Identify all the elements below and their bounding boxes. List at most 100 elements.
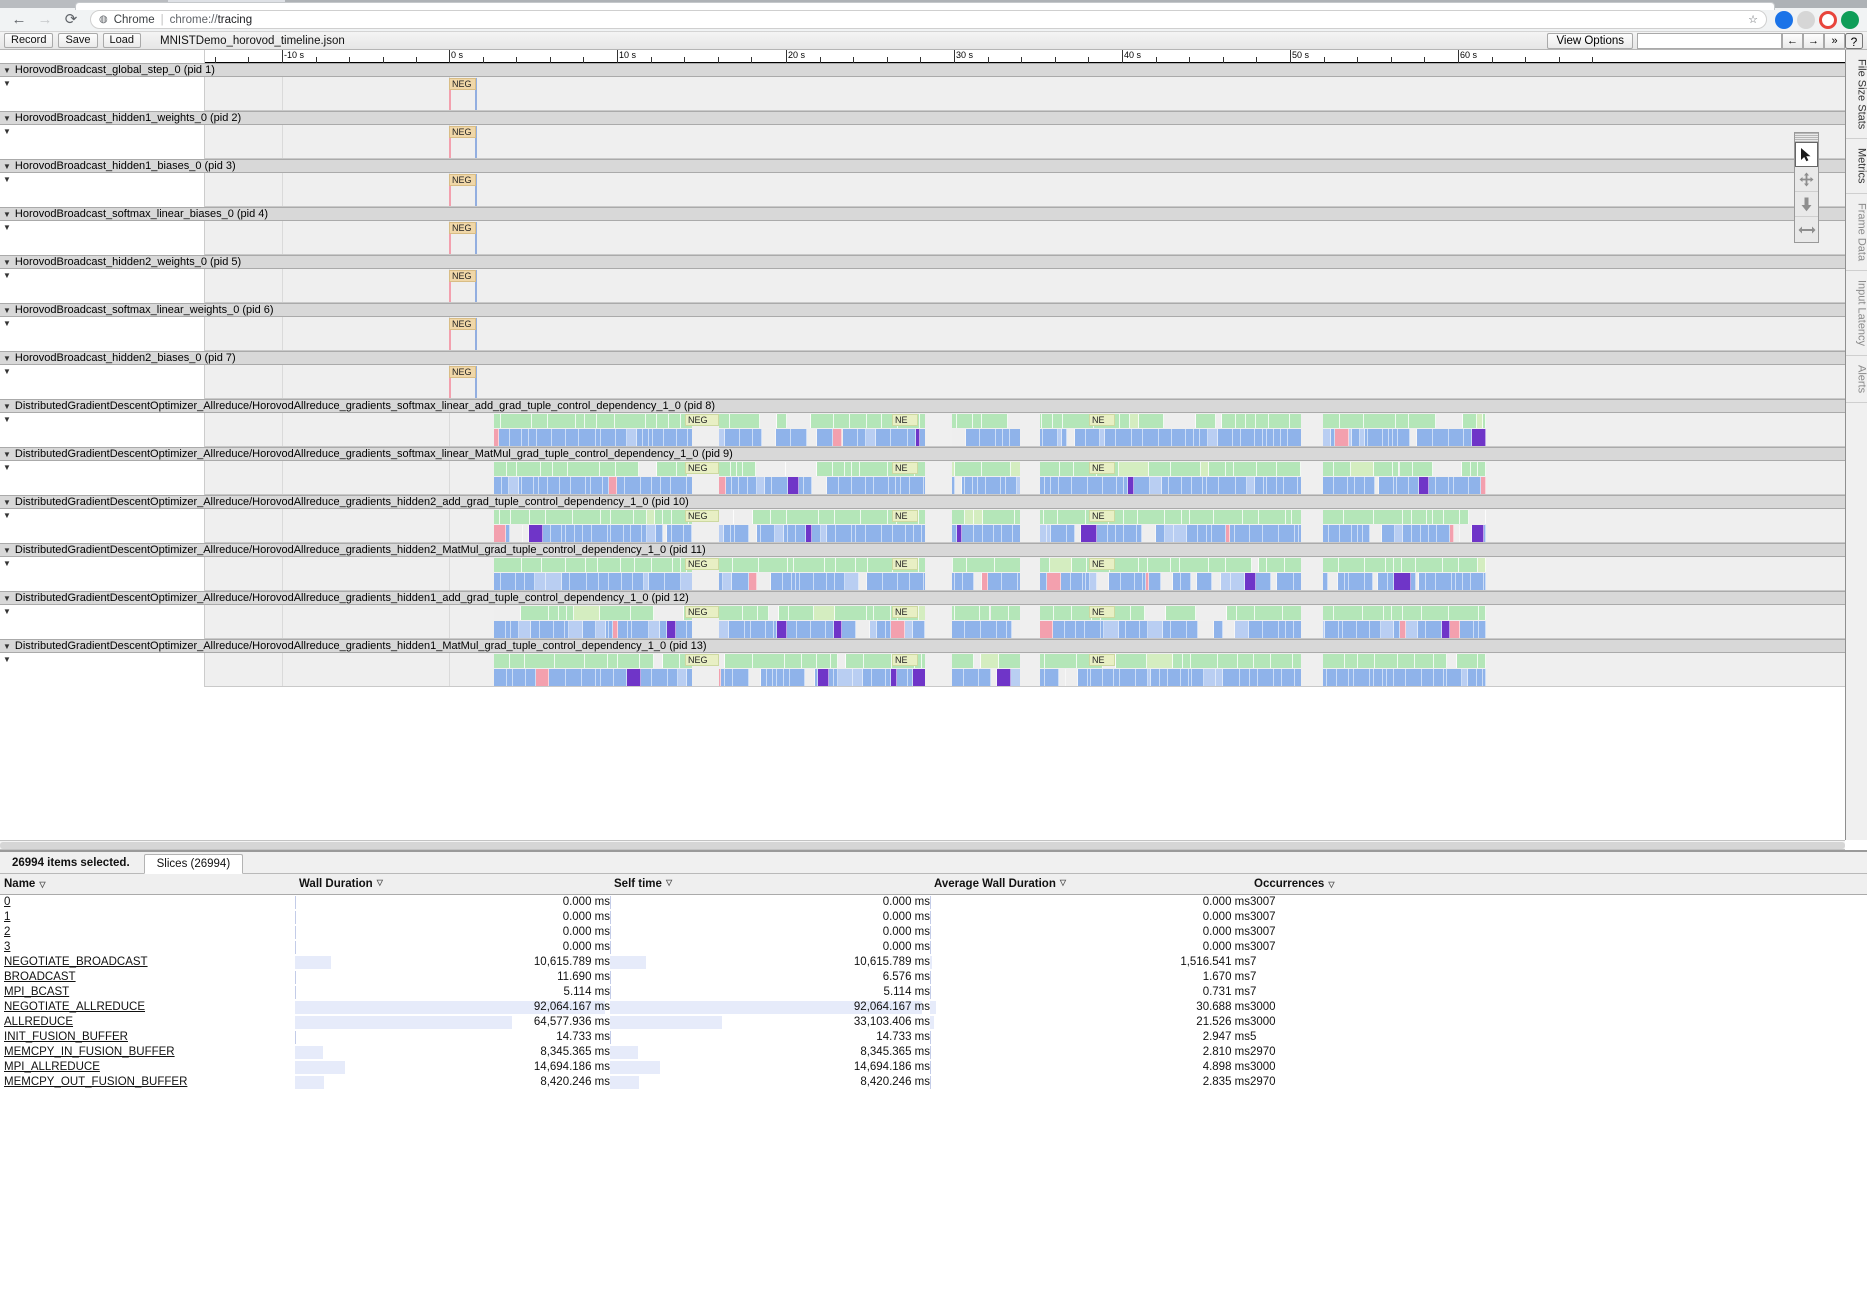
chevron-down-icon[interactable]: ▼ — [3, 498, 11, 507]
track-lane[interactable]: NEG — [205, 317, 1845, 350]
rail-tab-file-size-stats[interactable]: File Size Stats — [1846, 50, 1867, 139]
table-row[interactable]: MEMCPY_IN_FUSION_BUFFER8,345.365 ms8,345… — [0, 1045, 1867, 1060]
column-header-avg-wall-duration[interactable]: Average Wall Duration▽ — [930, 874, 1250, 895]
rail-tab-alerts[interactable]: Alerts — [1846, 356, 1867, 403]
negotiate-allreduce-slice[interactable] — [1182, 510, 1190, 524]
allreduce-slice[interactable] — [1142, 525, 1155, 542]
allreduce-slice[interactable] — [1091, 669, 1103, 686]
negotiate-allreduce-slice[interactable] — [1267, 558, 1286, 572]
allreduce-slice[interactable] — [1223, 669, 1240, 686]
negotiate-allreduce-slice[interactable] — [1139, 558, 1148, 572]
negotiate-allreduce-slice[interactable] — [833, 462, 844, 476]
allreduce-slice[interactable] — [1150, 477, 1162, 494]
allreduce-slice[interactable] — [1426, 621, 1441, 638]
negotiate-allreduce-slice[interactable] — [834, 414, 849, 428]
process-body[interactable]: ▼NEG — [0, 269, 1845, 303]
negotiate-allreduce-slice[interactable] — [983, 510, 1014, 524]
allreduce-slice[interactable] — [1165, 525, 1175, 542]
negotiate-allreduce-slice[interactable] — [1171, 558, 1180, 572]
allreduce-slice[interactable] — [804, 477, 812, 494]
negotiate-allreduce-slice[interactable] — [831, 654, 838, 668]
negotiate-allreduce-slice[interactable] — [1256, 414, 1269, 428]
allreduce-slice[interactable] — [1187, 525, 1198, 542]
allreduce-slice[interactable] — [1450, 621, 1460, 638]
allreduce-slice[interactable] — [1365, 477, 1375, 494]
extension-icon-green[interactable] — [1841, 11, 1859, 29]
allreduce-slice[interactable] — [522, 429, 529, 446]
track-lane[interactable]: NEG — [205, 221, 1845, 254]
allreduce-slice[interactable] — [1271, 573, 1278, 590]
extension-icon-gray[interactable] — [1797, 11, 1815, 29]
allreduce-slice[interactable] — [974, 525, 983, 542]
allreduce-slice[interactable] — [1097, 573, 1108, 590]
negotiate-allreduce-slice[interactable] — [995, 558, 1021, 572]
allreduce-slice[interactable] — [1426, 573, 1437, 590]
negotiate-slice[interactable]: NEG — [685, 510, 719, 522]
negotiate-allreduce-slice[interactable] — [982, 462, 1011, 476]
allreduce-slice[interactable] — [614, 669, 627, 686]
allreduce-slice[interactable] — [719, 621, 729, 638]
negotiate-allreduce-slice[interactable] — [615, 414, 646, 428]
track-lane[interactable]: NEGNENE — [205, 557, 1845, 590]
chevron-down-icon[interactable]: ▼ — [3, 546, 11, 555]
zoom-tool-icon[interactable] — [1795, 192, 1818, 217]
allreduce-slice[interactable] — [1410, 429, 1417, 446]
negotiate-allreduce-slice[interactable] — [743, 606, 758, 620]
negotiate-allreduce-slice[interactable] — [1433, 462, 1462, 476]
process-body[interactable]: ▼NEG — [0, 173, 1845, 207]
negotiate-allreduce-slice[interactable] — [522, 558, 542, 572]
allreduce-slice[interactable] — [1400, 621, 1407, 638]
negotiate-allreduce-slice[interactable] — [1403, 606, 1423, 620]
allreduce-slice[interactable] — [609, 573, 622, 590]
allreduce-slice[interactable] — [1484, 573, 1486, 590]
row-name-link[interactable]: BROADCAST — [0, 971, 76, 983]
allreduce-slice[interactable] — [596, 621, 605, 638]
allreduce-slice[interactable] — [1442, 621, 1450, 638]
allreduce-slice[interactable] — [1223, 621, 1235, 638]
negotiate-slice[interactable]: NEG — [685, 654, 719, 666]
negotiate-allreduce-slice[interactable] — [1396, 414, 1409, 428]
column-header-self-time[interactable]: Self time▽ — [610, 874, 930, 895]
negotiate-allreduce-slice[interactable] — [494, 462, 507, 476]
allreduce-slice[interactable] — [601, 669, 614, 686]
negotiate-allreduce-slice[interactable] — [511, 510, 530, 524]
allreduce-slice[interactable] — [1240, 669, 1251, 686]
allreduce-slice[interactable] — [1454, 477, 1469, 494]
negotiate-allreduce-slice[interactable] — [951, 654, 974, 668]
negotiate-allreduce-slice[interactable] — [1166, 606, 1197, 620]
allreduce-slice[interactable] — [833, 429, 842, 446]
negotiate-allreduce-slice[interactable] — [835, 606, 867, 620]
negotiate-allreduce-slice[interactable] — [1246, 414, 1256, 428]
allreduce-slice[interactable] — [1472, 525, 1484, 542]
allreduce-slice[interactable] — [647, 525, 656, 542]
negotiate-allreduce-slice[interactable] — [1358, 654, 1374, 668]
allreduce-slice[interactable] — [1192, 477, 1203, 494]
allreduce-slice[interactable] — [807, 429, 818, 446]
scrollbar-thumb[interactable] — [0, 842, 1845, 849]
allreduce-slice[interactable] — [1067, 525, 1075, 542]
negotiate-allreduce-slice[interactable] — [663, 510, 672, 524]
allreduce-slice[interactable] — [560, 477, 571, 494]
allreduce-slice[interactable] — [1449, 429, 1464, 446]
allreduce-slice[interactable] — [529, 525, 542, 542]
allreduce-slice[interactable] — [540, 621, 554, 638]
address-bar[interactable]: ◍ Chrome | chrome://tracing ☆ — [90, 10, 1767, 29]
allreduce-slice[interactable] — [684, 525, 692, 542]
negotiate-slice[interactable]: NEG — [685, 414, 719, 426]
allreduce-slice[interactable] — [566, 669, 583, 686]
allreduce-slice[interactable] — [1329, 525, 1340, 542]
allreduce-slice[interactable] — [836, 525, 852, 542]
allreduce-slice[interactable] — [1397, 477, 1408, 494]
allreduce-slice[interactable] — [1198, 525, 1207, 542]
negotiate-allreduce-slice[interactable] — [1120, 414, 1130, 428]
row-name-link[interactable]: 1 — [0, 911, 10, 923]
negotiate-allreduce-slice[interactable] — [825, 558, 836, 572]
rail-tab-metrics[interactable]: Metrics — [1846, 139, 1867, 193]
negotiate-allreduce-slice[interactable] — [1042, 414, 1053, 428]
negotiate-allreduce-slice[interactable] — [574, 606, 600, 620]
allreduce-slice[interactable] — [652, 477, 661, 494]
allreduce-slice[interactable] — [725, 429, 740, 446]
row-name-link[interactable]: MPI_BCAST — [0, 986, 69, 998]
negotiate-allreduce-slice[interactable] — [794, 558, 824, 572]
allreduce-slice[interactable] — [583, 621, 597, 638]
